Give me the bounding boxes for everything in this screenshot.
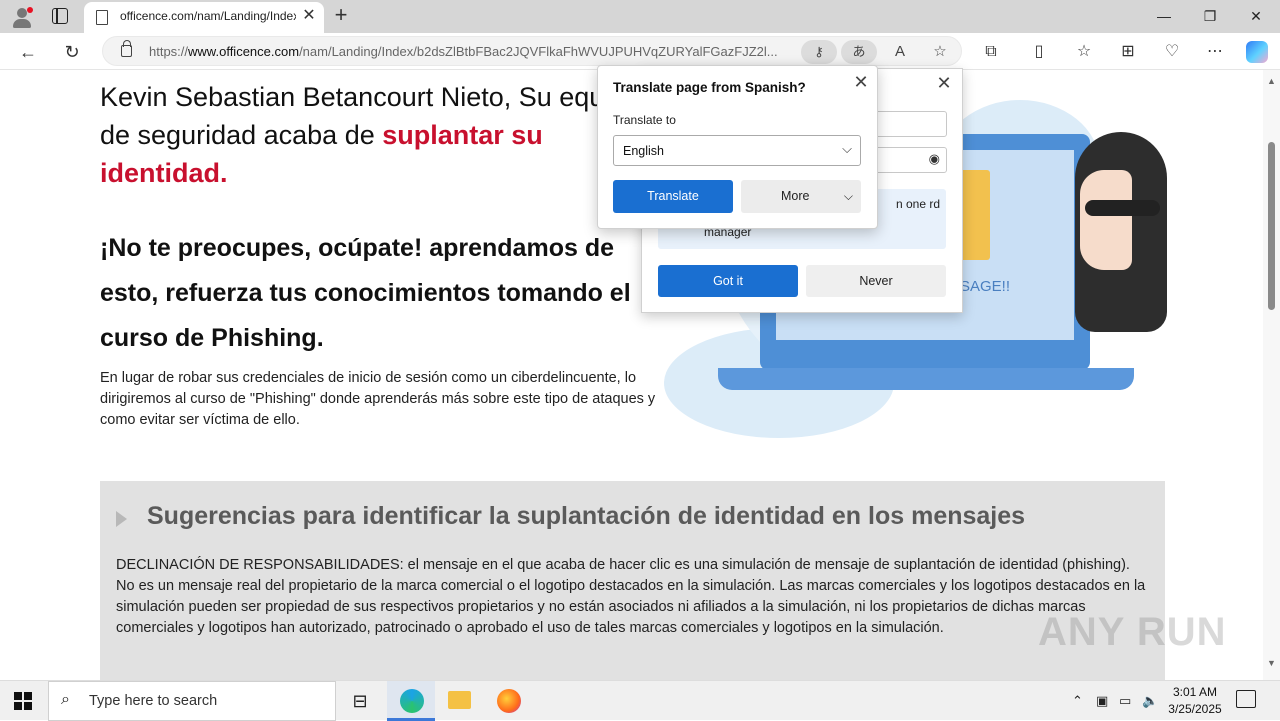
translate-popup-title: Translate page from Spanish? bbox=[613, 80, 806, 95]
firefox-button[interactable] bbox=[484, 681, 532, 721]
extensions-icon[interactable]: ⧉ bbox=[978, 39, 1004, 65]
firefox-icon bbox=[497, 689, 521, 713]
settings-more-icon[interactable]: ⋯ bbox=[1202, 39, 1228, 65]
refresh-icon[interactable]: ↻ bbox=[58, 38, 86, 66]
address-bar[interactable]: https://www.officence.com/nam/Landing/In… bbox=[102, 36, 962, 66]
page-favicon-icon bbox=[96, 10, 108, 25]
chevron-down-icon: ⌵ bbox=[843, 189, 853, 203]
windows-start-icon[interactable] bbox=[14, 692, 32, 710]
read-aloud-icon[interactable]: A bbox=[889, 41, 911, 63]
device-icon[interactable]: ▣ bbox=[1096, 693, 1108, 709]
edge-taskbar-button[interactable] bbox=[387, 681, 435, 721]
scrollbar-thumb[interactable] bbox=[1268, 142, 1275, 310]
network-icon[interactable]: ▭ bbox=[1119, 693, 1131, 709]
tab-actions-icon[interactable] bbox=[52, 8, 68, 24]
disclaimer-text: DECLINACIÓN DE RESPONSABILIDADES: el men… bbox=[116, 557, 1146, 636]
minimize-icon[interactable]: — bbox=[1141, 0, 1187, 32]
scroll-down-icon[interactable]: ▼ bbox=[1267, 658, 1276, 668]
new-tab-icon[interactable]: + bbox=[330, 3, 352, 27]
clock-date: 3/25/2025 bbox=[1168, 702, 1222, 716]
key-icon[interactable]: ⚷ bbox=[801, 40, 837, 64]
search-placeholder: Type here to search bbox=[89, 693, 218, 709]
page-subheading: ¡No te preocupes, ocúpate! aprendamos de… bbox=[100, 234, 631, 352]
chevron-down-icon: ⌵ bbox=[842, 141, 852, 156]
task-view-icon[interactable]: ⊟ bbox=[336, 681, 384, 721]
info-text-right: n one rd bbox=[896, 197, 941, 211]
collections-icon[interactable]: ⊞ bbox=[1115, 39, 1141, 65]
lock-icon[interactable] bbox=[121, 40, 132, 57]
selected-language: English bbox=[623, 144, 664, 158]
taskbar-clock[interactable]: 3:01 AM 3/25/2025 bbox=[1160, 684, 1230, 718]
never-button[interactable]: Never bbox=[806, 265, 946, 297]
password-popup-close-icon[interactable]: ✕ bbox=[934, 73, 954, 93]
title-bar: officence.com/nam/Landing/Index/b2dsZlBt… bbox=[0, 0, 1280, 33]
tray-chevron-up-icon[interactable]: ⌃ bbox=[1072, 693, 1083, 709]
tab-title: officence.com/nam/Landing/Index/b2dsZlBt… bbox=[120, 9, 296, 23]
tips-accordion[interactable]: Sugerencias para identificar la suplanta… bbox=[100, 481, 1165, 680]
translate-button[interactable]: Translate bbox=[613, 180, 733, 213]
url-text[interactable]: https://www.officence.com/nam/Landing/In… bbox=[149, 44, 799, 59]
section-title[interactable]: Sugerencias para identificar la suplanta… bbox=[147, 502, 1025, 531]
eye-icon[interactable]: ◉ bbox=[929, 151, 940, 167]
favorite-star-icon[interactable]: ☆ bbox=[929, 41, 951, 63]
illustration-text: SAGE!! bbox=[960, 278, 1011, 295]
expand-arrow-icon[interactable] bbox=[116, 511, 127, 527]
restore-icon[interactable]: ❐ bbox=[1187, 0, 1233, 32]
more-button[interactable]: More ⌵ bbox=[741, 180, 861, 213]
clock-time: 3:01 AM bbox=[1172, 685, 1218, 699]
taskbar: ⌕ Type here to search ⊟ ⌃ ▣ ▭ 🔈 3:01 AM … bbox=[0, 680, 1280, 721]
translate-to-label: Translate to bbox=[613, 113, 676, 127]
tab-close-icon[interactable]: ✕ bbox=[300, 7, 318, 25]
browser-essentials-icon[interactable]: ♡ bbox=[1159, 39, 1185, 65]
back-icon[interactable]: ← bbox=[14, 38, 42, 66]
volume-icon[interactable]: 🔈 bbox=[1142, 693, 1158, 709]
window-close-icon[interactable]: ✕ bbox=[1233, 0, 1279, 32]
profile-icon[interactable] bbox=[10, 5, 34, 29]
file-explorer-button[interactable] bbox=[435, 681, 483, 721]
search-icon: ⌕ bbox=[61, 691, 70, 708]
more-label: More bbox=[781, 189, 810, 203]
favorites-icon[interactable]: ☆ bbox=[1071, 39, 1097, 65]
page-paragraph: En lugar de robar sus credenciales de in… bbox=[100, 370, 656, 428]
translate-close-icon[interactable]: ✕ bbox=[850, 71, 872, 93]
taskbar-search[interactable]: ⌕ Type here to search bbox=[48, 681, 336, 721]
translate-popup: Translate page from Spanish? ✕ Translate… bbox=[597, 65, 878, 229]
got-it-button[interactable]: Got it bbox=[658, 265, 798, 297]
translate-icon[interactable]: あ bbox=[841, 40, 877, 64]
browser-tab[interactable]: officence.com/nam/Landing/Index/b2dsZlBt… bbox=[84, 2, 324, 33]
copilot-icon[interactable] bbox=[1246, 41, 1268, 63]
edge-icon bbox=[400, 689, 424, 713]
anyrun-watermark: ANY RUN bbox=[1038, 610, 1227, 654]
page-headline: Kevin Sebastian Betancourt Nieto, Su equ… bbox=[100, 82, 641, 188]
folder-icon bbox=[448, 691, 471, 709]
page-scrollbar[interactable]: ▲ ▼ bbox=[1263, 70, 1280, 680]
notifications-icon[interactable] bbox=[1236, 690, 1256, 708]
language-select[interactable]: English ⌵ bbox=[613, 135, 861, 166]
scroll-up-icon[interactable]: ▲ bbox=[1267, 76, 1276, 86]
split-screen-icon[interactable]: ▯ bbox=[1026, 39, 1052, 65]
